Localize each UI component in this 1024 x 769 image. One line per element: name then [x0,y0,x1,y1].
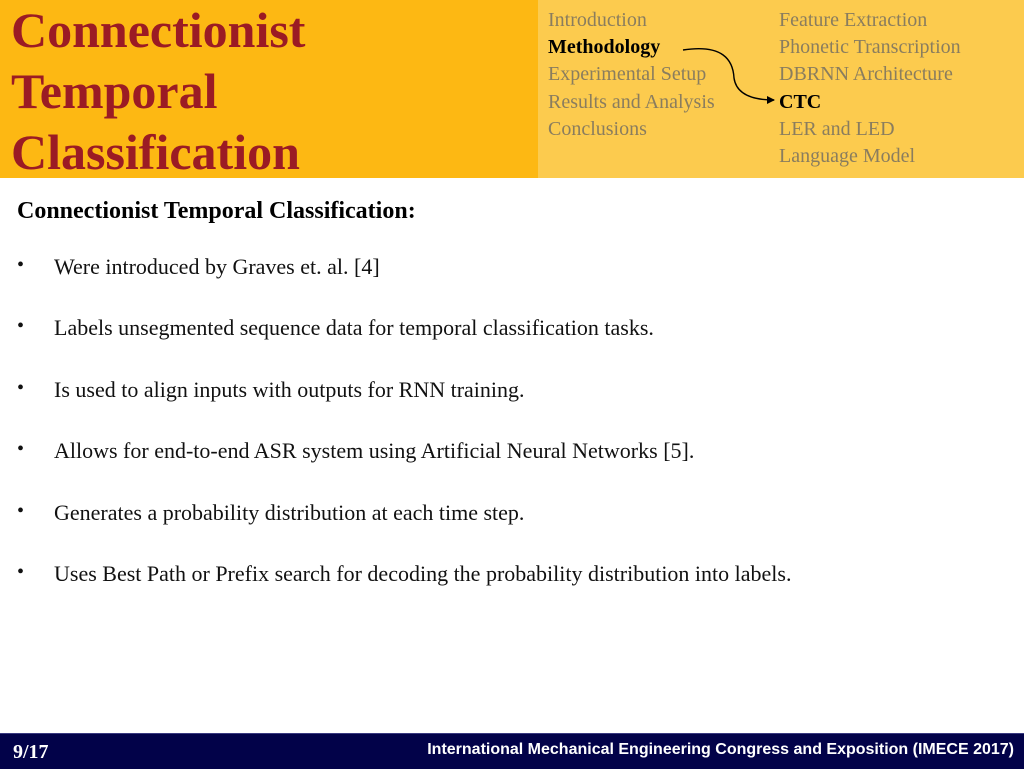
nav-subsection-ctc[interactable]: CTC [779,89,961,116]
bullet-icon: • [17,315,25,338]
bullet-text: Were introduced by Graves et. al. [4] [54,254,380,279]
nav-subsection-ler-and-led[interactable]: LER and LED [779,116,961,143]
bullet-text: Uses Best Path or Prefix search for deco… [54,560,792,586]
bullet-text: Generates a probability distribution at … [54,499,525,525]
slide-title: Connectionist Temporal Classification [11,0,305,183]
nav-section-results-and-analysis[interactable]: Results and Analysis [548,89,715,116]
bullet-icon: • [17,560,25,583]
conference-name: International Mechanical Engineering Con… [427,741,1014,758]
bullet-icon: • [17,438,25,461]
nav-section-methodology[interactable]: Methodology [548,34,715,61]
slide-title-line-1: Connectionist [11,2,306,58]
section-heading: Connectionist Temporal Classification: [17,198,416,224]
page-number: 9/17 [13,741,49,763]
bullet-text: Labels unsegmented sequence data for tem… [54,315,654,341]
nav-subsection-dbrnn-architecture[interactable]: DBRNN Architecture [779,61,961,88]
slide-footer: 9/17 International Mechanical Engineerin… [0,733,1024,769]
bullet-text: Is used to align inputs with outputs for… [54,376,525,402]
nav-section-conclusions[interactable]: Conclusions [548,116,715,143]
slide-title-line-2: Temporal [11,63,218,119]
bullet-icon: • [17,376,25,399]
nav-subsection-phonetic-transcription[interactable]: Phonetic Transcription [779,34,961,61]
bullet-icon: • [17,499,25,522]
slide-header: Connectionist Temporal Classification In… [0,0,1024,180]
navigation-panel: Introduction Methodology Experimental Se… [538,0,1024,178]
slide-title-line-3: Classification [11,124,300,180]
bullet-text: Allows for end-to-end ASR system using A… [54,438,695,464]
bullet-icon: • [17,254,25,276]
title-box: Connectionist Temporal Classification [0,0,538,180]
slide-body: Connectionist Temporal Classification: •… [0,178,1024,733]
section-nav: Introduction Methodology Experimental Se… [548,7,715,143]
nav-subsection-feature-extraction[interactable]: Feature Extraction [779,7,961,34]
nav-section-introduction[interactable]: Introduction [548,7,715,34]
nav-subsection-language-model[interactable]: Language Model [779,143,961,170]
nav-section-experimental-setup[interactable]: Experimental Setup [548,61,715,88]
subsection-nav: Feature Extraction Phonetic Transcriptio… [779,7,961,170]
